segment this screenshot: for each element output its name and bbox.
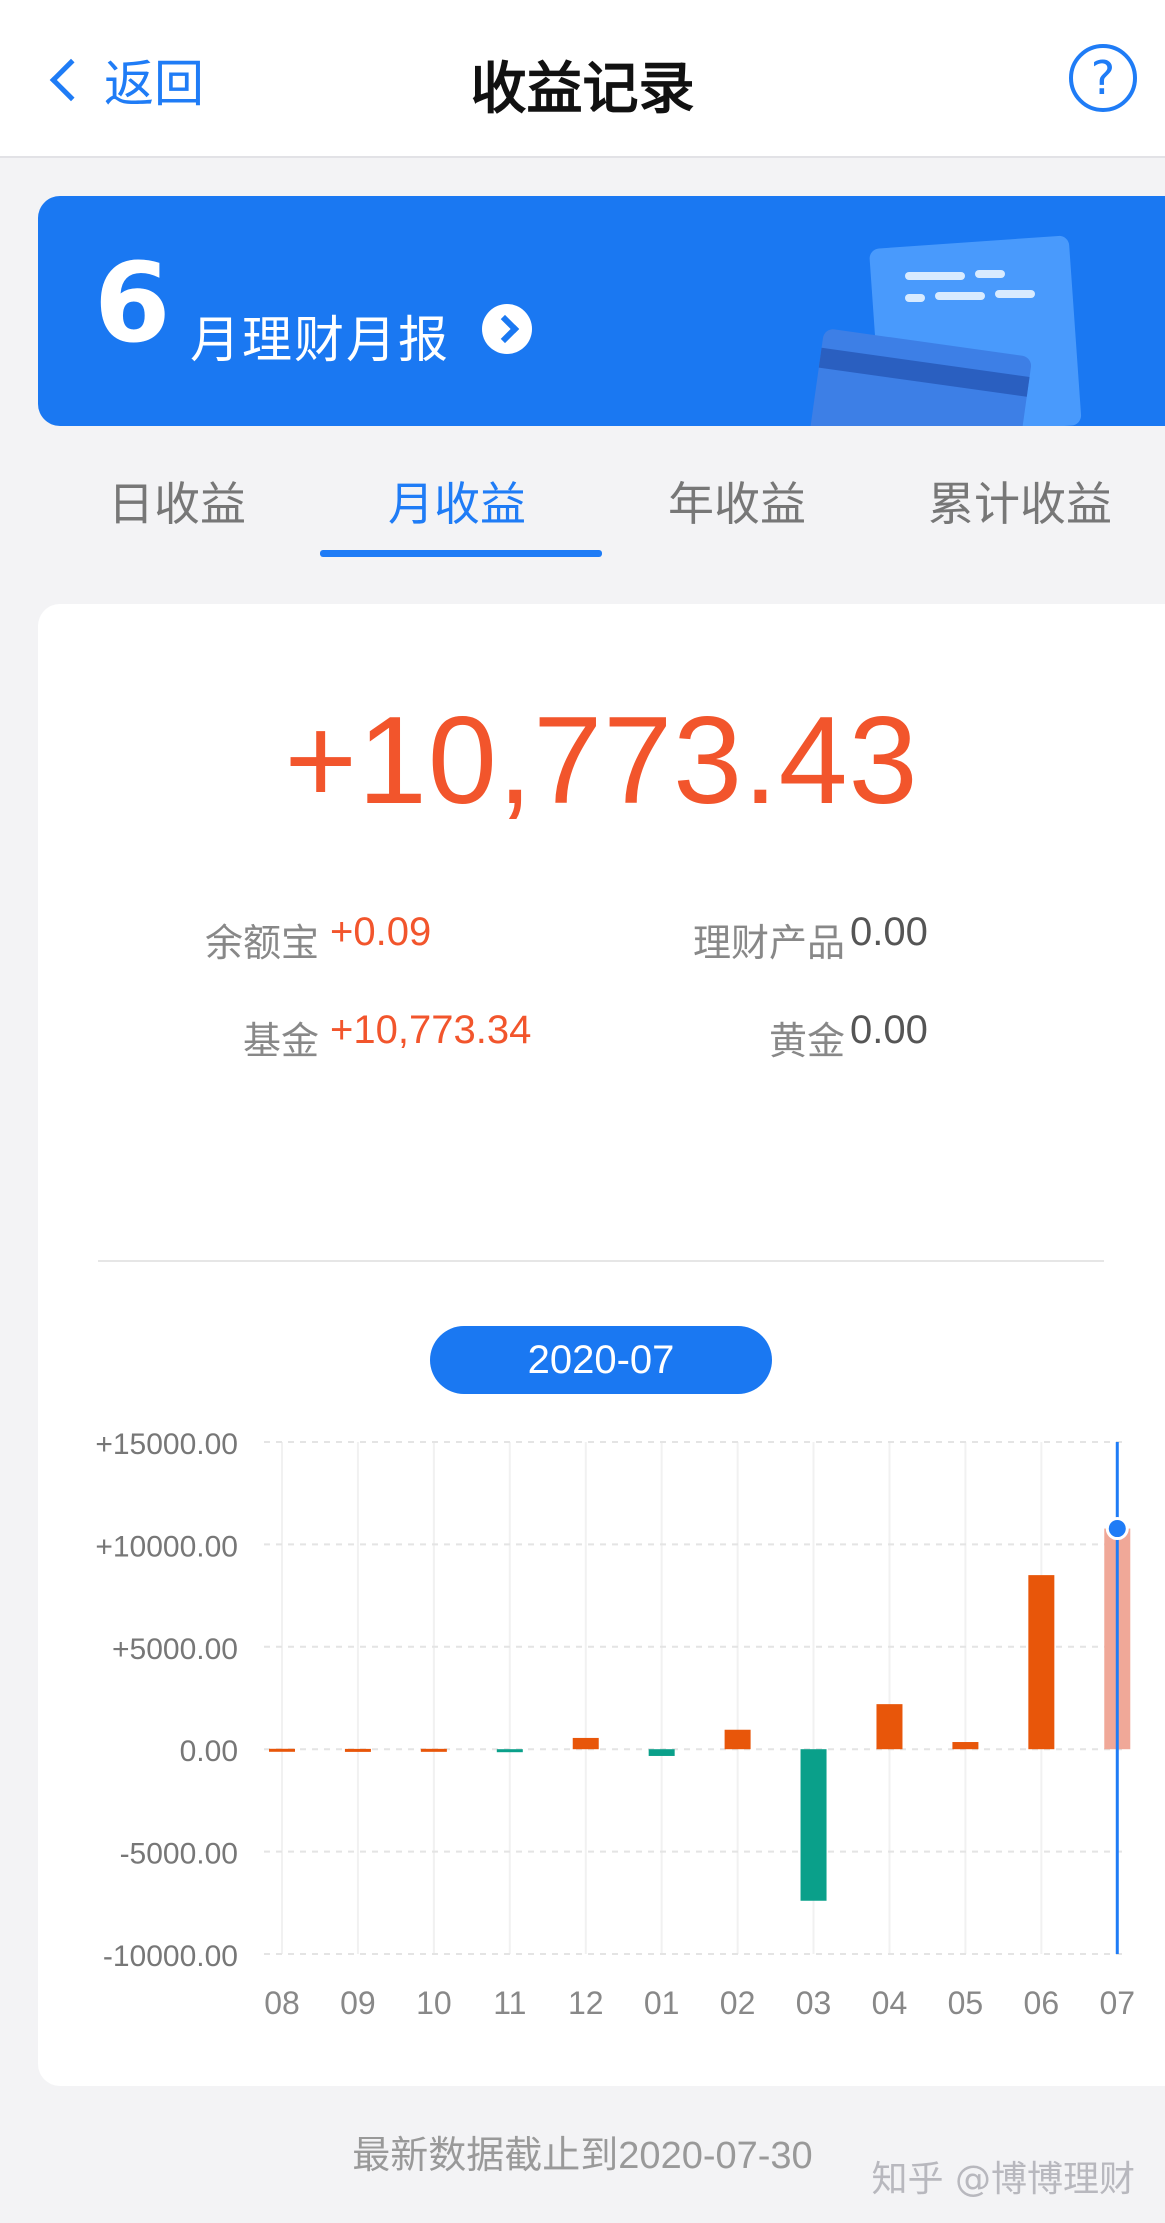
bar-09[interactable] (344, 1748, 371, 1752)
y-tick-label: +15000.00 (95, 1428, 238, 1461)
x-tick-label: 06 (1024, 1985, 1060, 2021)
x-tick-label: 02 (720, 1985, 756, 2021)
bar-02[interactable] (724, 1729, 751, 1750)
period-tabs: 日收益 月收益 年收益 累计收益 (0, 440, 1165, 560)
y-tick-label: -10000.00 (103, 1940, 238, 1973)
bar-04[interactable] (876, 1704, 903, 1750)
x-tick-label: 10 (416, 1985, 452, 2021)
chevron-right-icon (482, 304, 532, 354)
help-icon[interactable]: ? (1069, 44, 1137, 112)
x-tick-label: 01 (644, 1985, 680, 2021)
x-tick-label: 04 (872, 1985, 908, 2021)
x-tick-label: 07 (1099, 1985, 1135, 2021)
earnings-card: +10,773.43 余额宝 +0.09 理财产品 0.00 基金 +10,77… (38, 604, 1165, 2086)
monthly-report-banner[interactable]: 6 月理财月报 (38, 196, 1165, 426)
selection-cursor-dot (1105, 1517, 1129, 1541)
bar-11[interactable] (496, 1749, 523, 1753)
monthly-earnings-chart[interactable]: +15000.00 +10000.00 +5000.00 0.00 -5000.00 -1… (38, 604, 1165, 2086)
page-title: 收益记录 (470, 57, 695, 122)
tab-cumulative[interactable]: 累计收益 (928, 468, 1112, 534)
bar-05[interactable] (952, 1742, 979, 1750)
y-tick-label: +5000.00 (112, 1633, 238, 1666)
banner-month: 6 (94, 239, 171, 367)
bar-12[interactable] (572, 1737, 599, 1750)
x-tick-label: 09 (340, 1985, 376, 2021)
x-tick-label: 12 (568, 1985, 604, 2021)
y-tick-label: -5000.00 (120, 1838, 238, 1871)
nav-header: 返回 收益记录 ? (0, 0, 1165, 158)
watermark: 知乎 @博博理财 (871, 2159, 1135, 2200)
bar-10[interactable] (420, 1748, 447, 1752)
tab-monthly[interactable]: 月收益 (388, 468, 526, 534)
x-tick-label: 11 (493, 1985, 526, 2021)
tab-daily[interactable]: 日收益 (108, 468, 246, 534)
report-illustration (808, 235, 1082, 426)
x-tick-label: 08 (264, 1985, 300, 2021)
tab-yearly[interactable]: 年收益 (668, 468, 806, 534)
y-tick-label: +10000.00 (95, 1530, 238, 1563)
banner-text: 月理财月报 (190, 311, 450, 369)
bar-06[interactable] (1028, 1575, 1055, 1750)
x-tick-label: 03 (796, 1985, 832, 2021)
bar-01[interactable] (648, 1749, 675, 1756)
y-tick-label: 0.00 (180, 1735, 238, 1768)
active-tab-indicator (320, 550, 602, 557)
bar-03[interactable] (800, 1749, 827, 1901)
x-tick-label: 05 (948, 1985, 984, 2021)
bar-08[interactable] (269, 1748, 295, 1752)
